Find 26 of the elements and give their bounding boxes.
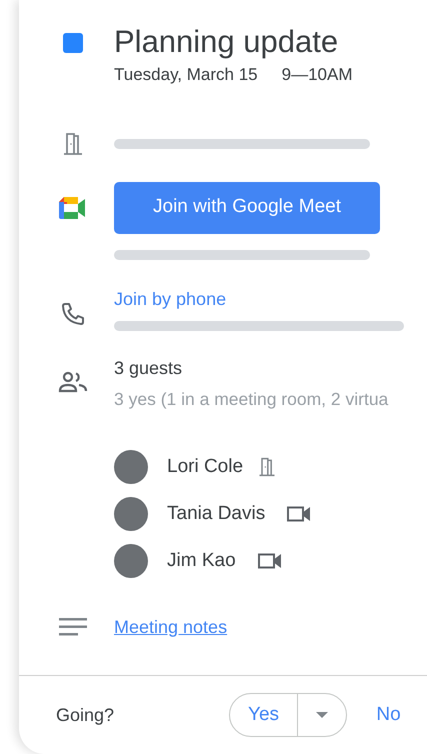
- avatar-circle: [114, 544, 148, 578]
- video-call-icon: [59, 196, 87, 218]
- join-by-phone-link[interactable]: Join by phone: [114, 286, 226, 312]
- guest-name: Lori Cole: [167, 454, 244, 478]
- phone-icon: [61, 302, 85, 326]
- caret-icon: [316, 712, 328, 718]
- join-meeting-button[interactable]: Join with Google Meet: [114, 182, 380, 234]
- video-camera-icon: [287, 506, 312, 522]
- meeting-notes-link[interactable]: Meeting notes: [114, 616, 228, 637]
- guest-summary: 3 yes (1 in a meeting room, 2 virtua: [114, 388, 390, 411]
- notes-icon: [59, 617, 87, 638]
- people-icon: [58, 370, 88, 392]
- guest-name: Jim Kao: [167, 548, 236, 572]
- guest-name: Tania Davis: [167, 502, 266, 526]
- going-label: Going?: [56, 704, 114, 727]
- video-camera-icon: [258, 552, 282, 569]
- guest-count: 3 guests: [114, 356, 184, 380]
- event-date: Tuesday, March 15: [114, 64, 258, 86]
- event-time: 9—10AM: [282, 64, 352, 86]
- avatar-circle: [114, 450, 148, 484]
- no-button[interactable]: No: [359, 693, 418, 737]
- avatar-circle: [114, 496, 148, 531]
- yes-button[interactable]: Yes: [230, 694, 298, 736]
- door-icon: [61, 132, 85, 156]
- event-title: Planning update: [114, 23, 340, 61]
- door-icon: [257, 456, 278, 477]
